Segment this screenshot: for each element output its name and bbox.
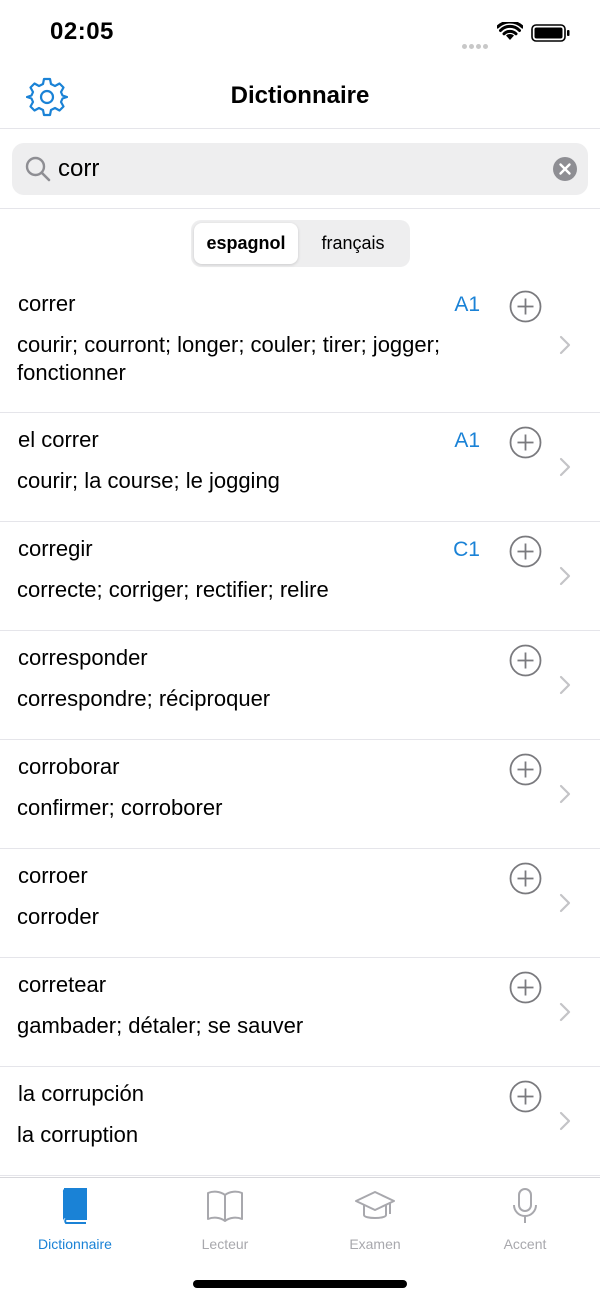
chevron-right-icon — [559, 1111, 571, 1131]
entry-word: correr — [18, 291, 76, 316]
chevron-right-icon — [559, 675, 571, 695]
segment-espagnol[interactable]: espagnol — [194, 223, 298, 264]
tab-bar: Dictionnaire Lecteur Examen Accent — [0, 1177, 600, 1299]
book-icon — [62, 1188, 87, 1224]
tab-dictionnaire[interactable]: Dictionnaire — [0, 1186, 150, 1256]
chevron-right-icon — [559, 457, 571, 477]
search-bar[interactable] — [12, 143, 588, 195]
list-item[interactable]: el correr A1 courir; la course; le joggi… — [0, 413, 600, 522]
entry-word: la corrupción — [18, 1081, 144, 1106]
entry-translation: confirmer; corroborer — [17, 795, 223, 820]
screen: 02:05 Dictionnaire corr espagnol françai… — [0, 0, 600, 1299]
chevron-right-icon — [559, 566, 571, 586]
add-icon[interactable] — [509, 426, 542, 459]
list-item[interactable]: corresponder correspondre; réciproquer — [0, 631, 600, 740]
entry-translation: courir; courront; longer; couler; tirer;… — [17, 332, 441, 385]
segment-francais[interactable]: français — [299, 223, 407, 264]
entry-translation: corroder — [17, 904, 99, 929]
tab-label: Lecteur — [201, 1236, 249, 1252]
entry-translation: la corruption — [17, 1122, 139, 1147]
add-icon[interactable] — [509, 644, 542, 677]
level-badge: C1 — [453, 538, 480, 561]
add-icon[interactable] — [509, 862, 542, 895]
level-badge: A1 — [454, 429, 480, 452]
tab-examen[interactable]: Examen — [300, 1186, 450, 1256]
search-icon — [25, 156, 51, 182]
add-icon[interactable] — [509, 1080, 542, 1113]
search-area — [0, 129, 600, 209]
list-item[interactable]: la corrupción la corruption — [0, 1067, 600, 1176]
page-title: Dictionnaire — [230, 82, 370, 109]
tab-accent[interactable]: Accent — [450, 1186, 600, 1256]
open-book-icon — [207, 1190, 243, 1222]
graduation-cap-icon — [355, 1191, 395, 1219]
search-input[interactable] — [58, 151, 538, 187]
entry-word: corroer — [18, 863, 88, 888]
clear-search-icon[interactable] — [553, 157, 577, 181]
status-bar: 02:05 — [0, 0, 600, 66]
list-item[interactable]: corroer corroder — [0, 849, 600, 958]
entry-word: corregir — [18, 536, 93, 561]
add-icon[interactable] — [509, 535, 542, 568]
list-item[interactable]: correr A1 courir; courront; longer; coul… — [0, 277, 600, 413]
list-item[interactable]: corretear gambader; détaler; se sauver — [0, 958, 600, 1067]
chevron-right-icon — [559, 784, 571, 804]
wifi-icon — [497, 22, 523, 40]
add-icon[interactable] — [509, 753, 542, 786]
add-icon[interactable] — [509, 290, 542, 323]
signal-dots-icon — [462, 36, 492, 49]
results-list: correr A1 courir; courront; longer; coul… — [0, 277, 600, 1176]
list-item[interactable]: corroborar confirmer; corroborer — [0, 740, 600, 849]
tab-label: Dictionnaire — [38, 1236, 112, 1252]
status-time: 02:05 — [50, 18, 114, 45]
add-icon[interactable] — [509, 971, 542, 1004]
tab-lecteur[interactable]: Lecteur — [150, 1186, 300, 1256]
battery-icon — [531, 24, 570, 42]
entry-word: corresponder — [18, 645, 148, 670]
microphone-icon — [513, 1188, 537, 1223]
home-indicator — [193, 1280, 407, 1288]
entry-translation: courir; la course; le jogging — [17, 468, 280, 493]
entry-translation: correspondre; réciproquer — [17, 686, 271, 711]
navigation-bar: Dictionnaire — [0, 66, 600, 129]
list-item[interactable]: corregir C1 correcte; corriger; rectifie… — [0, 522, 600, 631]
chevron-right-icon — [559, 1002, 571, 1022]
entry-word: el correr — [18, 427, 99, 452]
tab-label: Examen — [349, 1236, 401, 1252]
level-badge: A1 — [454, 293, 480, 316]
chevron-right-icon — [559, 335, 571, 355]
language-segmented-control: espagnol français — [191, 220, 410, 267]
entry-translation: correcte; corriger; rectifier; relire — [17, 577, 329, 602]
tab-label: Accent — [503, 1236, 547, 1252]
entry-word: corretear — [18, 972, 107, 997]
entry-translation: gambader; détaler; se sauver — [17, 1013, 304, 1038]
entry-word: corroborar — [18, 754, 120, 779]
chevron-right-icon — [559, 893, 571, 913]
